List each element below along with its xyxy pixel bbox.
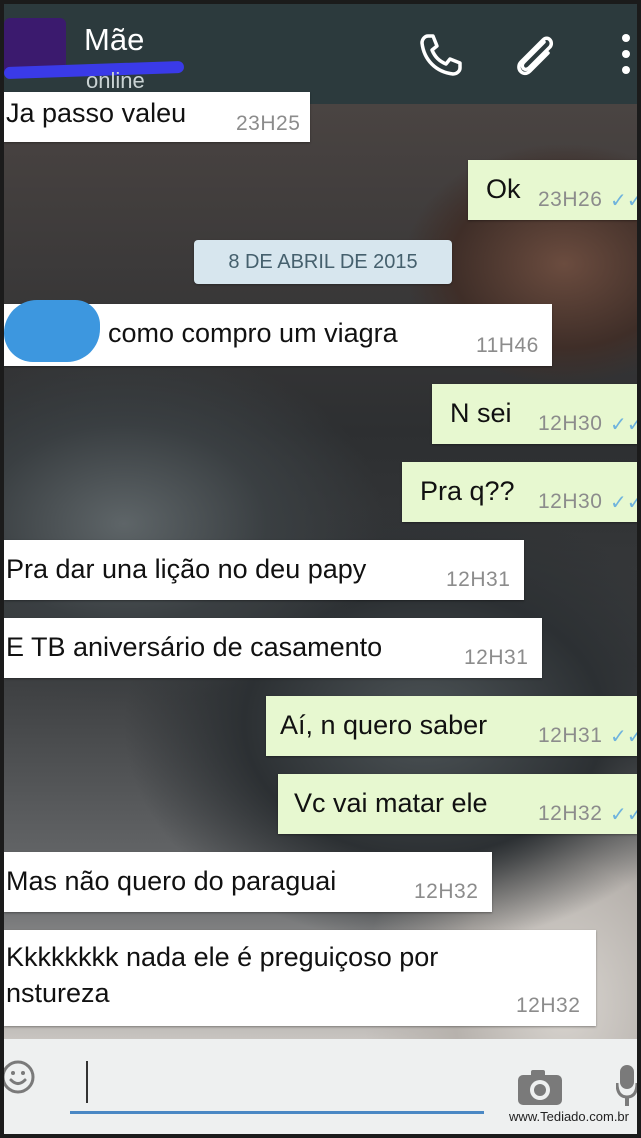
message-bubble-outgoing[interactable]: Vc vai matar ele 12H32 ✓✓: [278, 774, 637, 834]
paperclip-icon[interactable]: [510, 30, 560, 80]
message-time: 12H30: [538, 412, 603, 435]
message-time: 23H25: [236, 112, 301, 135]
message-text: E TB aniversário de casamento: [6, 632, 383, 662]
message-bubble-incoming[interactable]: Pra dar una lição no deu papy 12H31: [4, 540, 524, 600]
mic-icon[interactable]: [615, 1063, 637, 1109]
message-time: 12H31: [538, 724, 603, 747]
message-bubble-incoming[interactable]: E TB aniversário de casamento 12H31: [4, 618, 542, 678]
message-text: Vc vai matar ele: [294, 788, 488, 818]
message-time: 12H32: [538, 802, 603, 825]
message-input-bar: www.Tediado.com.br: [4, 1039, 637, 1134]
text-cursor: [86, 1061, 88, 1103]
emoji-icon[interactable]: [4, 1059, 40, 1095]
read-receipt-icon: ✓✓: [610, 190, 641, 212]
read-receipt-icon: ✓✓: [610, 492, 641, 514]
read-receipt-icon: ✓✓: [610, 414, 641, 436]
message-time: 12H32: [516, 994, 581, 1017]
message-text: como compro um viagra: [108, 318, 398, 348]
chat-screen: Mãe online Ja passo valeu 23H25 Ok 23H26…: [0, 0, 641, 1138]
phone-icon[interactable]: [416, 30, 466, 80]
message-bubble-outgoing[interactable]: N sei 12H30 ✓✓: [432, 384, 637, 444]
redaction-scribble: [4, 300, 100, 362]
contact-status: online: [86, 68, 145, 93]
date-divider: 8 DE ABRIL DE 2015: [194, 240, 452, 284]
message-bubble-incoming[interactable]: Kkkkkkkk nada ele é preguiçoso por nstur…: [4, 930, 596, 1026]
message-time: 11H46: [476, 334, 539, 357]
message-text: Kkkkkkkk nada ele é preguiçoso por: [6, 942, 439, 972]
message-time: 12H30: [538, 490, 603, 513]
message-text: Pra q??: [420, 476, 515, 506]
message-text: Ja passo valeu: [6, 98, 187, 128]
message-bubble-incoming[interactable]: Ja passo valeu 23H25: [4, 92, 310, 142]
message-text: Ok: [486, 174, 521, 204]
message-text: N sei: [450, 398, 512, 428]
message-list[interactable]: Ja passo valeu 23H25 Ok 23H26 ✓✓ 8 DE AB…: [4, 92, 637, 1039]
read-receipt-icon: ✓✓: [610, 726, 641, 748]
message-bubble-incoming[interactable]: Mas não quero do paraguai 12H32: [4, 852, 492, 912]
contact-name[interactable]: Mãe: [84, 22, 144, 58]
message-bubble-outgoing[interactable]: Ok 23H26 ✓✓: [468, 160, 637, 220]
message-text-line2: nstureza: [6, 978, 110, 1008]
chat-header: Mãe online: [4, 4, 637, 104]
message-text: Mas não quero do paraguai: [6, 866, 337, 896]
message-input[interactable]: [70, 1111, 484, 1114]
camera-icon[interactable]: [516, 1067, 564, 1107]
read-receipt-icon: ✓✓: [610, 804, 641, 826]
message-time: 12H31: [464, 646, 529, 669]
message-time: 23H26: [538, 188, 603, 211]
message-bubble-outgoing[interactable]: Pra q?? 12H30 ✓✓: [402, 462, 637, 522]
message-time: 12H31: [446, 568, 511, 591]
message-bubble-outgoing[interactable]: Aí, n quero saber 12H31 ✓✓: [266, 696, 637, 756]
watermark: www.Tediado.com.br: [509, 1109, 629, 1124]
message-text: Aí, n quero saber: [280, 710, 488, 740]
message-time: 12H32: [414, 880, 479, 903]
message-text: Pra dar una lição no deu papy: [6, 554, 367, 584]
overflow-menu-icon[interactable]: [616, 30, 636, 80]
